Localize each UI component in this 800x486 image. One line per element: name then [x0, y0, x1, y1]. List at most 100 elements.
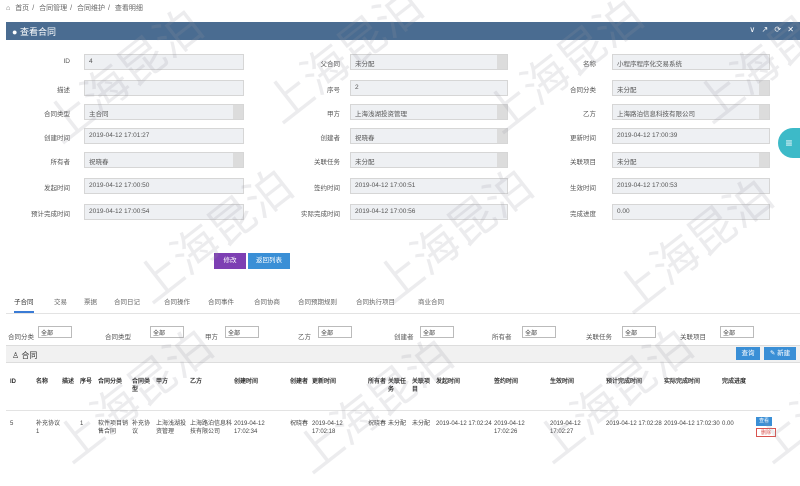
th-3[interactable]: 序号: [80, 378, 96, 386]
th-12[interactable]: 关联任务: [388, 378, 410, 394]
th-15[interactable]: 签约时间: [494, 378, 548, 386]
ID-field-label: ID: [63, 58, 71, 65]
table-cell: 补充协议: [132, 421, 151, 435]
progress-field[interactable]: 0.00: [612, 204, 770, 220]
updated-field-label: 更新时间: [570, 135, 596, 142]
home-icon[interactable]: ⌂: [6, 5, 10, 12]
filter-label-4: 创建者: [394, 334, 414, 341]
updated-field[interactable]: 2019-04-12 17:00:39: [612, 128, 770, 144]
party-a-field[interactable]: 上海浅湖投资管理: [350, 104, 508, 120]
th-6[interactable]: 甲方: [156, 378, 188, 386]
edit-button[interactable]: 修改: [214, 253, 246, 269]
tab-diary[interactable]: 合同日记: [114, 296, 140, 306]
th-13[interactable]: 关联项目: [412, 378, 434, 394]
view-row-button[interactable]: 查看: [756, 417, 772, 426]
category-field-label: 合同分类: [570, 87, 596, 94]
filter-select-5[interactable]: 全部: [522, 326, 556, 338]
creator-field[interactable]: 祝晓春: [350, 128, 508, 144]
effective-field[interactable]: 2019-04-12 17:00:53: [612, 178, 770, 194]
name-field-label: 名称: [583, 61, 596, 68]
tab-operation[interactable]: 合同操作: [164, 296, 190, 306]
menu-icon[interactable]: ≡: [778, 128, 800, 158]
parent-field[interactable]: 未分配: [350, 54, 508, 70]
party-b-field-label: 乙方: [583, 111, 596, 118]
table-cell: 5: [10, 421, 14, 427]
sign-field[interactable]: 2019-04-12 17:00:51: [350, 178, 508, 194]
party-a-field-label: 甲方: [327, 111, 340, 118]
table-cell: 补充协议1: [36, 421, 61, 435]
th-4[interactable]: 合同分类: [98, 378, 130, 386]
th-14[interactable]: 发起时间: [436, 378, 492, 386]
th-8[interactable]: 创建时间: [234, 378, 288, 386]
party-b-field[interactable]: 上海路泊信息科技有限公司: [612, 104, 770, 120]
tab-business[interactable]: 商业合同: [418, 296, 444, 306]
table-cell: 2019-04-12 17:02:34: [234, 421, 265, 435]
table-cell: 2019-04-12 17:02:24: [436, 421, 492, 427]
created-field[interactable]: 2019-04-12 17:01:27: [84, 128, 244, 144]
table-cell: 上海路泊信息科技有限公司: [190, 421, 233, 435]
th-18[interactable]: 实际完成时间: [664, 378, 720, 386]
project-field[interactable]: 未分配: [612, 152, 770, 168]
filter-select-1[interactable]: 全部: [150, 326, 184, 338]
table-cell: 2019-04-12 17:02:27: [550, 421, 581, 435]
user-icon: ♙: [12, 351, 20, 360]
desc-field[interactable]: [84, 80, 244, 96]
breadcrumb-contract-mgmt[interactable]: 合同管理: [39, 5, 67, 12]
start-field[interactable]: 2019-04-12 17:00:50: [84, 178, 244, 194]
tab-event[interactable]: 合同事件: [208, 296, 234, 306]
actual-done-field[interactable]: 2019-04-12 17:00:56: [350, 204, 508, 220]
filter-select-6[interactable]: 全部: [622, 326, 656, 338]
table-cell: 未分配: [412, 421, 431, 427]
th-1[interactable]: 名称: [36, 378, 60, 386]
tab-exec-projects[interactable]: 合同执行项目: [356, 296, 395, 306]
owner-field[interactable]: 祝晓春: [84, 152, 244, 168]
tab-transaction[interactable]: 交易: [54, 296, 67, 306]
filter-select-3[interactable]: 全部: [318, 326, 352, 338]
th-11[interactable]: 所有者: [368, 378, 386, 386]
tab-negotiation[interactable]: 合同协商: [254, 296, 280, 306]
effective-field-label: 生效时间: [570, 185, 596, 192]
filter-select-0[interactable]: 全部: [38, 326, 72, 338]
filter-select-2[interactable]: 全部: [225, 326, 259, 338]
sign-field-label: 签约时间: [314, 185, 340, 192]
parent-field-label: 父合同: [320, 61, 341, 68]
th-16[interactable]: 生效时间: [550, 378, 604, 386]
progress-field-label: 完成进度: [570, 211, 596, 218]
tab-rules[interactable]: 合同预期规则: [298, 296, 337, 306]
th-5[interactable]: 合同类型: [132, 378, 154, 394]
table-cell: 上海浅湖投资管理: [156, 421, 187, 435]
filter-select-7[interactable]: 全部: [720, 326, 754, 338]
new-button[interactable]: ✎ 新建: [764, 347, 796, 360]
th-17[interactable]: 预计完成时间: [606, 378, 662, 386]
actual-done-field-label: 实际完成时间: [301, 211, 340, 218]
owner-field-label: 所有者: [50, 159, 71, 166]
query-button[interactable]: 查询: [736, 347, 760, 360]
table-cell: 软件项目销售合同: [98, 421, 129, 435]
breadcrumb-home[interactable]: 首页: [15, 5, 29, 12]
name-field[interactable]: 小程序程序化交易系统: [612, 54, 770, 70]
th-10[interactable]: 更新时间: [312, 378, 366, 386]
ID-field[interactable]: 4: [84, 54, 244, 70]
filter-label-5: 所有者: [492, 334, 512, 341]
tab-sub-contract[interactable]: 子合同: [14, 296, 34, 313]
th-0[interactable]: ID: [10, 378, 34, 386]
filter-select-4[interactable]: 全部: [420, 326, 454, 338]
panel-title: 查看合同: [19, 27, 56, 37]
tab-bill[interactable]: 票据: [84, 296, 97, 306]
delete-row-button[interactable]: 删除: [756, 428, 776, 437]
breadcrumb: ⌂ 首页 / 合同管理 / 合同维护 / 查看明细: [6, 5, 143, 12]
desc-field-label: 描述: [57, 87, 70, 94]
category-field[interactable]: 未分配: [612, 80, 770, 96]
th-2[interactable]: 描述: [62, 378, 78, 386]
panel-tools-icons[interactable]: ∨ ↗ ⟳ ✕: [749, 25, 796, 34]
th-19[interactable]: 完成进度: [722, 378, 758, 386]
seq-field[interactable]: 2: [350, 80, 508, 96]
breadcrumb-detail: 查看明细: [114, 5, 143, 12]
est-done-field[interactable]: 2019-04-12 17:00:54: [84, 204, 244, 220]
th-7[interactable]: 乙方: [190, 378, 232, 386]
breadcrumb-contract-maint[interactable]: 合同维护: [77, 5, 105, 12]
task-field[interactable]: 未分配: [350, 152, 508, 168]
back-to-list-button[interactable]: 返回列表: [248, 253, 290, 269]
th-9[interactable]: 创建者: [290, 378, 310, 386]
type-field[interactable]: 主合同: [84, 104, 244, 120]
